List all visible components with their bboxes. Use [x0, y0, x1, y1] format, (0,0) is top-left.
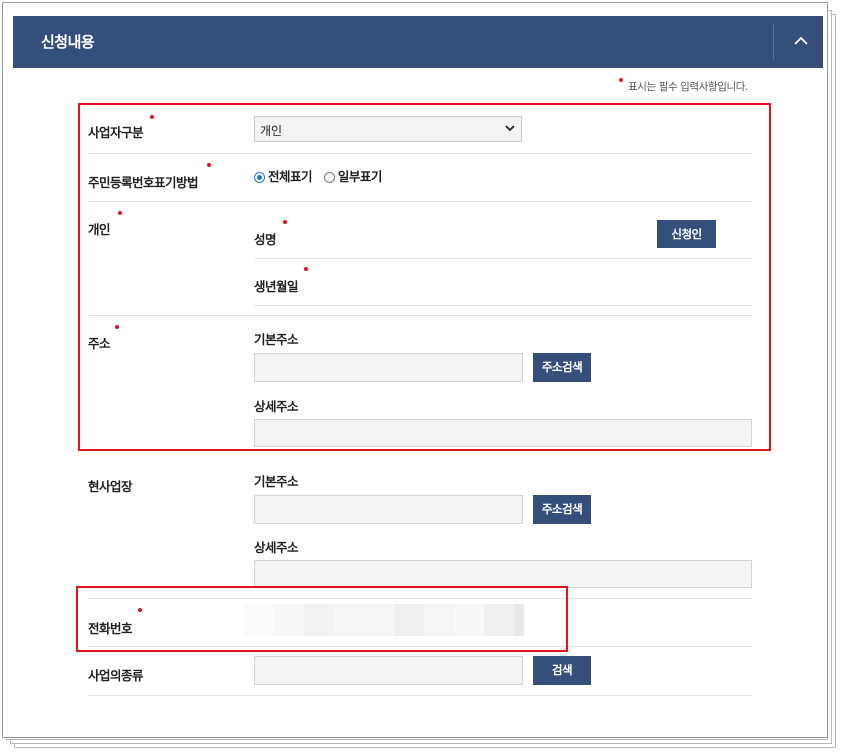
- business-kind-input[interactable]: [254, 656, 523, 685]
- highlight-box-required-fields: [78, 103, 771, 451]
- site-address-search-button[interactable]: 주소검색: [533, 495, 591, 524]
- chevron-up-icon: [794, 36, 808, 45]
- site-base-input[interactable]: [254, 495, 523, 524]
- site-detail-input[interactable]: [254, 560, 752, 588]
- business-kind-label: 사업의종류: [88, 668, 144, 683]
- collapse-button[interactable]: [783, 24, 819, 60]
- row-divider: [88, 695, 752, 696]
- section-title: 신청내용: [41, 33, 95, 51]
- highlight-box-phone: [76, 586, 568, 652]
- site-detail-label: 상세주소: [254, 540, 299, 555]
- business-kind-search-button[interactable]: 검색: [533, 656, 591, 685]
- required-dot: [619, 78, 623, 82]
- header-divider: [773, 24, 774, 60]
- section-header: 신청내용: [13, 16, 823, 68]
- site-address-label: 현사업장: [88, 479, 133, 494]
- required-note: 표시는 필수 입력사항입니다.: [628, 81, 748, 93]
- site-base-label: 기본주소: [254, 474, 299, 489]
